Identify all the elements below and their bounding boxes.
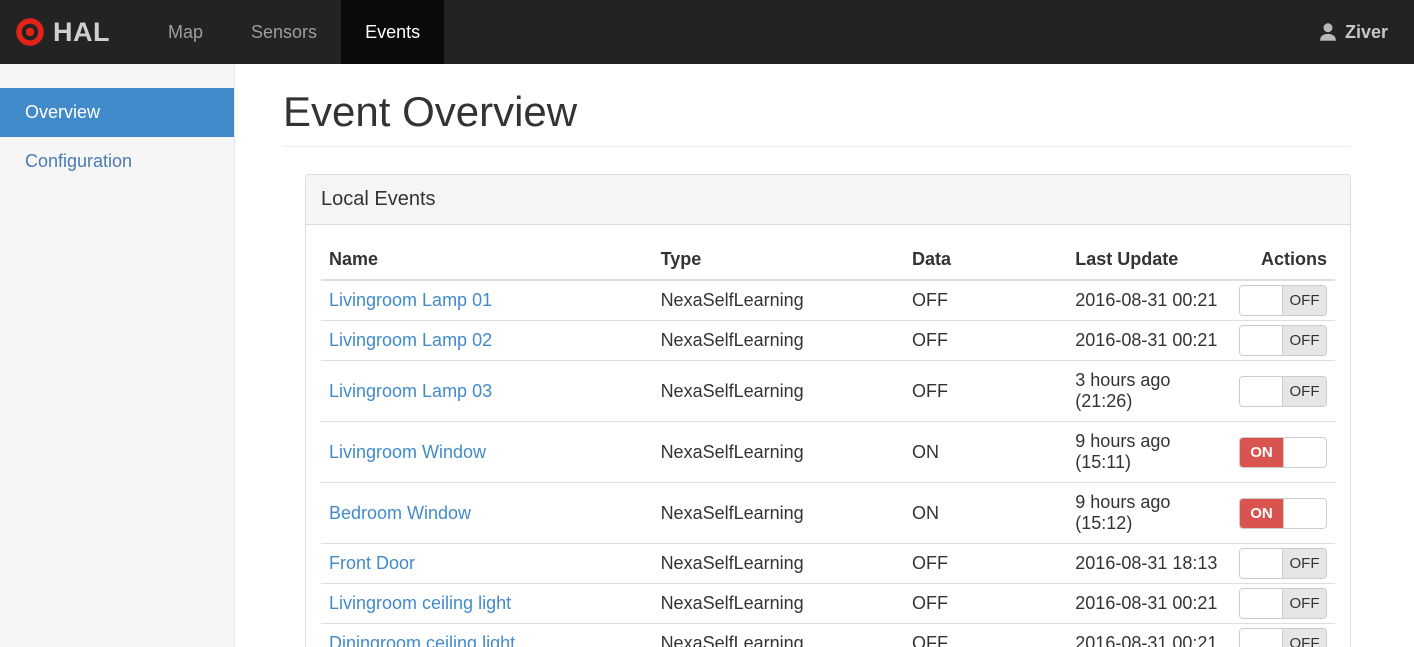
event-type: NexaSelfLearning (652, 421, 905, 483)
event-last-update: 2016-08-31 00:21 (1067, 279, 1231, 321)
switch-handle (1240, 629, 1283, 647)
table-header-row: Name Type Data Last Update Actions (321, 240, 1335, 281)
page-title: Event Overview (283, 88, 1351, 147)
main-content: Event Overview Local Events Name Type Da… (235, 64, 1414, 647)
column-header-actions: Actions (1230, 240, 1335, 281)
toggle-switch[interactable]: OFF (1239, 588, 1327, 619)
event-data: OFF (904, 360, 1068, 422)
panel-title: Local Events (306, 175, 1350, 225)
event-name-link[interactable]: Diningroom ceiling light (329, 633, 515, 647)
nav-item-map[interactable]: Map (144, 0, 227, 64)
event-name-link[interactable]: Livingroom ceiling light (329, 593, 511, 613)
switch-handle (1283, 437, 1326, 467)
event-name-link[interactable]: Livingroom Lamp 03 (329, 381, 492, 401)
brand[interactable]: HAL (0, 0, 128, 64)
switch-handle (1240, 589, 1283, 618)
switch-off-label: OFF (1283, 286, 1326, 315)
toggle-switch[interactable]: ON (1239, 436, 1327, 468)
toggle-switch[interactable]: OFF (1239, 548, 1327, 579)
switch-off-label: OFF (1283, 376, 1326, 406)
column-header-last-update: Last Update (1067, 240, 1231, 281)
switch-on-label: ON (1240, 498, 1283, 528)
event-type: NexaSelfLearning (652, 360, 905, 422)
switch-off-label: OFF (1283, 629, 1326, 647)
event-last-update: 3 hours ago (21:26) (1067, 360, 1231, 422)
table-row: Front Door NexaSelfLearning OFF 2016-08-31 … (321, 543, 1335, 584)
table-row: Livingroom Lamp 03 NexaSelfLearning OFF 3 h… (321, 360, 1335, 422)
switch-on-label: ON (1240, 437, 1283, 467)
table-row: Bedroom Window NexaSelfLearning ON 9 hours … (321, 482, 1335, 544)
event-type: NexaSelfLearning (652, 543, 905, 584)
event-name-link[interactable]: Livingroom Lamp 01 (329, 290, 492, 310)
event-last-update: 2016-08-31 00:21 (1067, 320, 1231, 361)
events-table-body: Livingroom Lamp 01 NexaSelfLearning OFF 201… (321, 279, 1335, 647)
event-last-update: 9 hours ago (15:11) (1067, 421, 1231, 483)
event-type: NexaSelfLearning (652, 482, 905, 544)
event-name-link[interactable]: Livingroom Window (329, 442, 486, 462)
local-events-panel: Local Events Name Type Data Last Update … (305, 174, 1351, 647)
toggle-switch[interactable]: OFF (1239, 325, 1327, 356)
event-name-link[interactable]: Bedroom Window (329, 503, 471, 523)
toggle-switch[interactable]: OFF (1239, 285, 1327, 316)
column-header-type: Type (652, 240, 905, 281)
switch-handle (1240, 549, 1283, 578)
event-data: ON (904, 482, 1068, 544)
event-name-link[interactable]: Livingroom Lamp 02 (329, 330, 492, 350)
sidebar-item-overview[interactable]: Overview (0, 88, 234, 137)
event-name-link[interactable]: Front Door (329, 553, 415, 573)
brand-label: HAL (53, 16, 110, 47)
nav-item-events[interactable]: Events (341, 0, 445, 64)
table-row: Livingroom Lamp 01 NexaSelfLearning OFF 201… (321, 279, 1335, 321)
event-data: OFF (904, 279, 1068, 321)
event-type: NexaSelfLearning (652, 623, 905, 647)
toggle-switch[interactable]: ON (1239, 497, 1327, 529)
event-data: OFF (904, 623, 1068, 647)
nav-links: Map Sensors Events (144, 0, 445, 64)
event-data: OFF (904, 320, 1068, 361)
bullseye-logo-icon (16, 18, 44, 46)
event-last-update: 2016-08-31 00:21 (1067, 623, 1231, 647)
events-table: Name Type Data Last Update Actions Livin… (321, 240, 1335, 647)
switch-handle (1283, 498, 1326, 528)
switch-handle (1240, 326, 1283, 355)
event-type: NexaSelfLearning (652, 320, 905, 361)
sidebar: Overview Configuration (0, 64, 235, 647)
table-row: Livingroom ceiling light NexaSelfLearning… (321, 583, 1335, 624)
toggle-switch[interactable]: OFF (1239, 375, 1327, 407)
column-header-data: Data (904, 240, 1068, 281)
user-icon (1318, 22, 1338, 42)
switch-off-label: OFF (1283, 549, 1326, 578)
panel-body: Name Type Data Last Update Actions Livin… (306, 225, 1350, 647)
switch-off-label: OFF (1283, 589, 1326, 618)
top-navbar: HAL Map Sensors Events Ziver (0, 0, 1414, 64)
switch-handle (1240, 286, 1283, 315)
event-data: ON (904, 421, 1068, 483)
event-data: OFF (904, 543, 1068, 584)
table-row: Livingroom Window NexaSelfLearning ON 9 hou… (321, 421, 1335, 483)
event-data: OFF (904, 583, 1068, 624)
user-name: Ziver (1344, 21, 1388, 42)
toggle-switch[interactable]: OFF (1239, 628, 1327, 647)
event-last-update: 2016-08-31 00:21 (1067, 583, 1231, 624)
nav-item-sensors[interactable]: Sensors (227, 0, 341, 64)
switch-handle (1240, 376, 1283, 406)
table-row: Diningroom ceiling light NexaSelfLearning… (321, 623, 1335, 647)
event-last-update: 9 hours ago (15:12) (1067, 482, 1231, 544)
event-type: NexaSelfLearning (652, 583, 905, 624)
sidebar-item-configuration[interactable]: Configuration (0, 137, 234, 186)
switch-off-label: OFF (1283, 326, 1326, 355)
event-last-update: 2016-08-31 18:13 (1067, 543, 1231, 584)
table-row: Livingroom Lamp 02 NexaSelfLearning OFF 201… (321, 320, 1335, 361)
user-menu[interactable]: Ziver (1318, 0, 1414, 64)
event-type: NexaSelfLearning (652, 279, 905, 321)
column-header-name: Name (321, 240, 653, 281)
